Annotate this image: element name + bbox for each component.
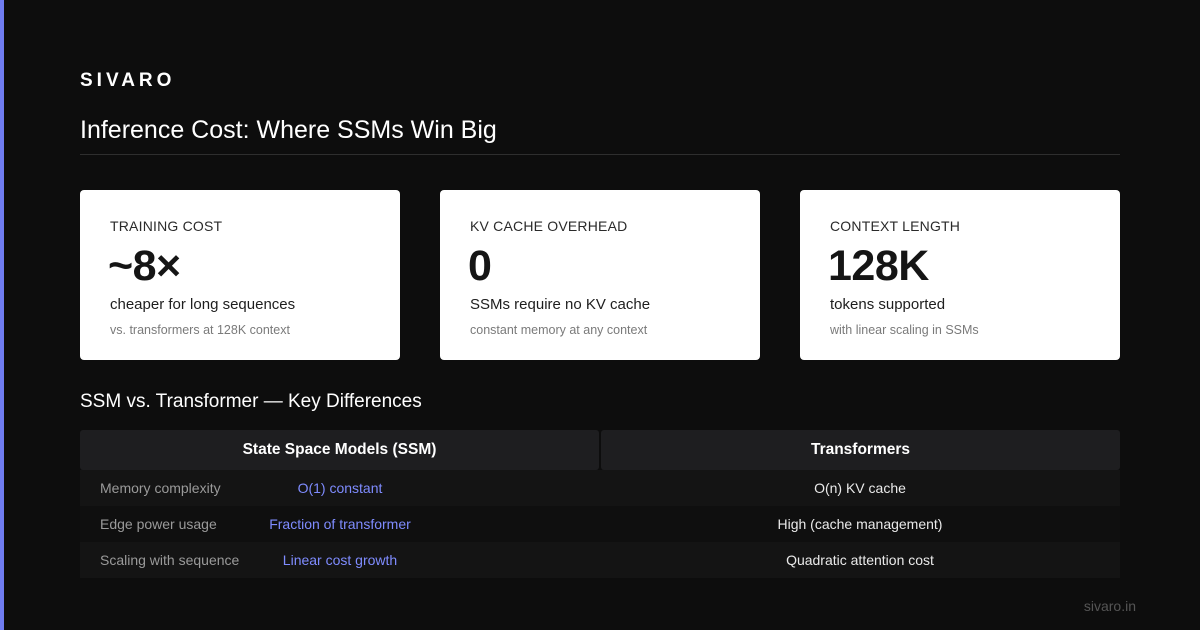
transformer-value: Quadratic attention cost (786, 552, 934, 568)
footer-url: sivaro.in (1083, 598, 1136, 614)
stat-label: TRAINING COST (110, 218, 223, 234)
stat-description: cheaper for long sequences (110, 296, 296, 313)
comparison-table: State Space Models (SSM) Transformers Me… (80, 430, 1120, 578)
page-title: Inference Cost: Where SSMs Win Big (80, 116, 497, 144)
ssm-value: Linear cost growth (282, 552, 398, 568)
transformer-value: O(n) KV cache (814, 480, 906, 496)
row-label: Edge power usage (100, 516, 217, 532)
stat-label: KV CACHE OVERHEAD (470, 218, 628, 234)
stat-card-context-length: CONTEXT LENGTH 128K tokens supported wit… (800, 190, 1120, 360)
stat-value: ~8× (108, 242, 181, 290)
stat-note: constant memory at any context (470, 323, 648, 337)
title-divider (80, 154, 1120, 155)
comparison-title: SSM vs. Transformer — Key Differences (80, 391, 422, 412)
table-header: State Space Models (SSM) Transformers (80, 430, 1120, 470)
stat-description: SSMs require no KV cache (470, 296, 651, 313)
stat-value: 0 (468, 242, 492, 290)
ssm-value: O(1) constant (297, 480, 383, 496)
stat-note: with linear scaling in SSMs (830, 323, 979, 337)
row-label: Scaling with sequence (100, 552, 240, 568)
column-header-transformer: Transformers (601, 430, 1120, 470)
stat-description: tokens supported (830, 296, 946, 313)
transformer-value: High (cache management) (777, 516, 943, 532)
ssm-value: Fraction of transformer (269, 516, 411, 532)
table-row: Memory complexity O(1) constant O(n) KV … (80, 470, 1120, 506)
stat-card-training-cost: TRAINING COST ~8× cheaper for long seque… (80, 190, 400, 360)
stat-note: vs. transformers at 128K context (110, 323, 290, 337)
brand-logo: SIVARO (80, 70, 176, 91)
table-row: Scaling with sequence Linear cost growth… (80, 542, 1120, 578)
accent-bar (0, 0, 4, 630)
stat-card-kv-cache: KV CACHE OVERHEAD 0 SSMs require no KV c… (440, 190, 760, 360)
row-label: Memory complexity (100, 480, 221, 496)
stat-label: CONTEXT LENGTH (830, 218, 961, 234)
stat-value: 128K (828, 242, 929, 290)
column-header-ssm: State Space Models (SSM) (80, 430, 599, 470)
table-row: Edge power usage Fraction of transformer… (80, 506, 1120, 542)
